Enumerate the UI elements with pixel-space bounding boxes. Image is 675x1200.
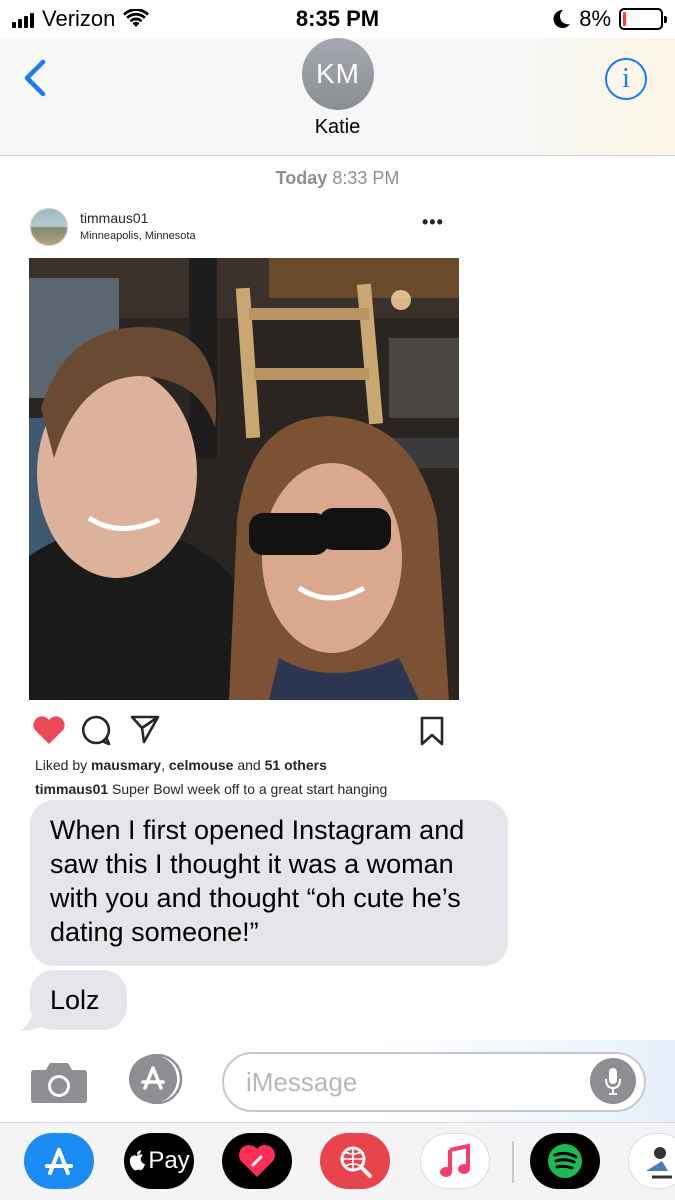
thread-timestamp: Today 8:33 PM [0,168,675,189]
contact-name[interactable]: Katie [0,116,675,139]
apple-pay-label: Pay [148,1147,190,1174]
ig-more-options-icon: ••• [422,212,444,232]
timestamp-time: 8:33 PM [332,168,400,188]
timestamp-day: Today [275,168,328,188]
battery-level-fill [623,12,626,26]
spotify-icon[interactable] [530,1133,600,1189]
app-store-button-icon[interactable] [125,1054,189,1104]
bubble-tail-icon [20,1010,50,1031]
battery-percent: 8% [579,6,611,31]
app-store-icon[interactable] [24,1133,94,1189]
ig-bookmark-icon [420,716,444,746]
status-bar: Verizon 8:35 PM 8% [0,0,675,38]
ig-comment-icon [81,715,111,746]
liked-by-user-2: celmouse [168,757,234,773]
ig-heart-icon [33,716,65,744]
ig-likes-line: Liked by mausmary, celmouse and 51 other… [35,757,327,773]
sticker-app-icon[interactable] [628,1133,675,1189]
music-icon[interactable] [420,1133,490,1189]
digital-touch-icon[interactable] [222,1133,292,1189]
apple-pay-icon[interactable]: Pay [124,1133,194,1189]
contact-avatar[interactable]: KM [302,38,374,110]
liked-by-user-1: mausmary [91,757,162,773]
caption-text: Super Bowl week off to a great start han… [108,781,388,797]
imessage-input[interactable] [222,1052,646,1112]
ig-share-icon [130,715,160,744]
incoming-message-bubble[interactable]: When I first opened Instagram and saw th… [30,800,508,966]
info-icon[interactable]: i [605,58,647,100]
do-not-disturb-moon-icon [553,9,571,28]
selfie-photo-image [29,258,459,700]
ig-location: Minneapolis, Minnesota [80,230,196,242]
ig-caption: timmaus01 Super Bowl week off to a great… [35,781,387,797]
imessage-app-drawer: Pay [0,1122,675,1200]
caption-username: timmaus01 [35,781,109,797]
likes-others-count: 51 others [264,757,327,773]
dictation-mic-icon[interactable] [590,1058,636,1104]
battery-icon [619,8,667,30]
likes-prefix: Liked by [35,757,92,773]
ig-post-photo[interactable] [29,258,459,700]
conversation-header: KM Katie i [0,38,675,156]
ig-action-row [30,712,450,746]
ig-username: timmaus01 [80,210,149,226]
back-chevron-icon[interactable] [18,56,52,100]
likes-and: and [233,757,265,773]
ig-profile-avatar [30,208,68,246]
web-images-icon[interactable] [320,1133,390,1189]
likes-separator: , [161,757,169,773]
message-input-bar [0,1040,675,1122]
app-drawer-divider [512,1141,514,1183]
camera-icon[interactable] [30,1060,88,1104]
